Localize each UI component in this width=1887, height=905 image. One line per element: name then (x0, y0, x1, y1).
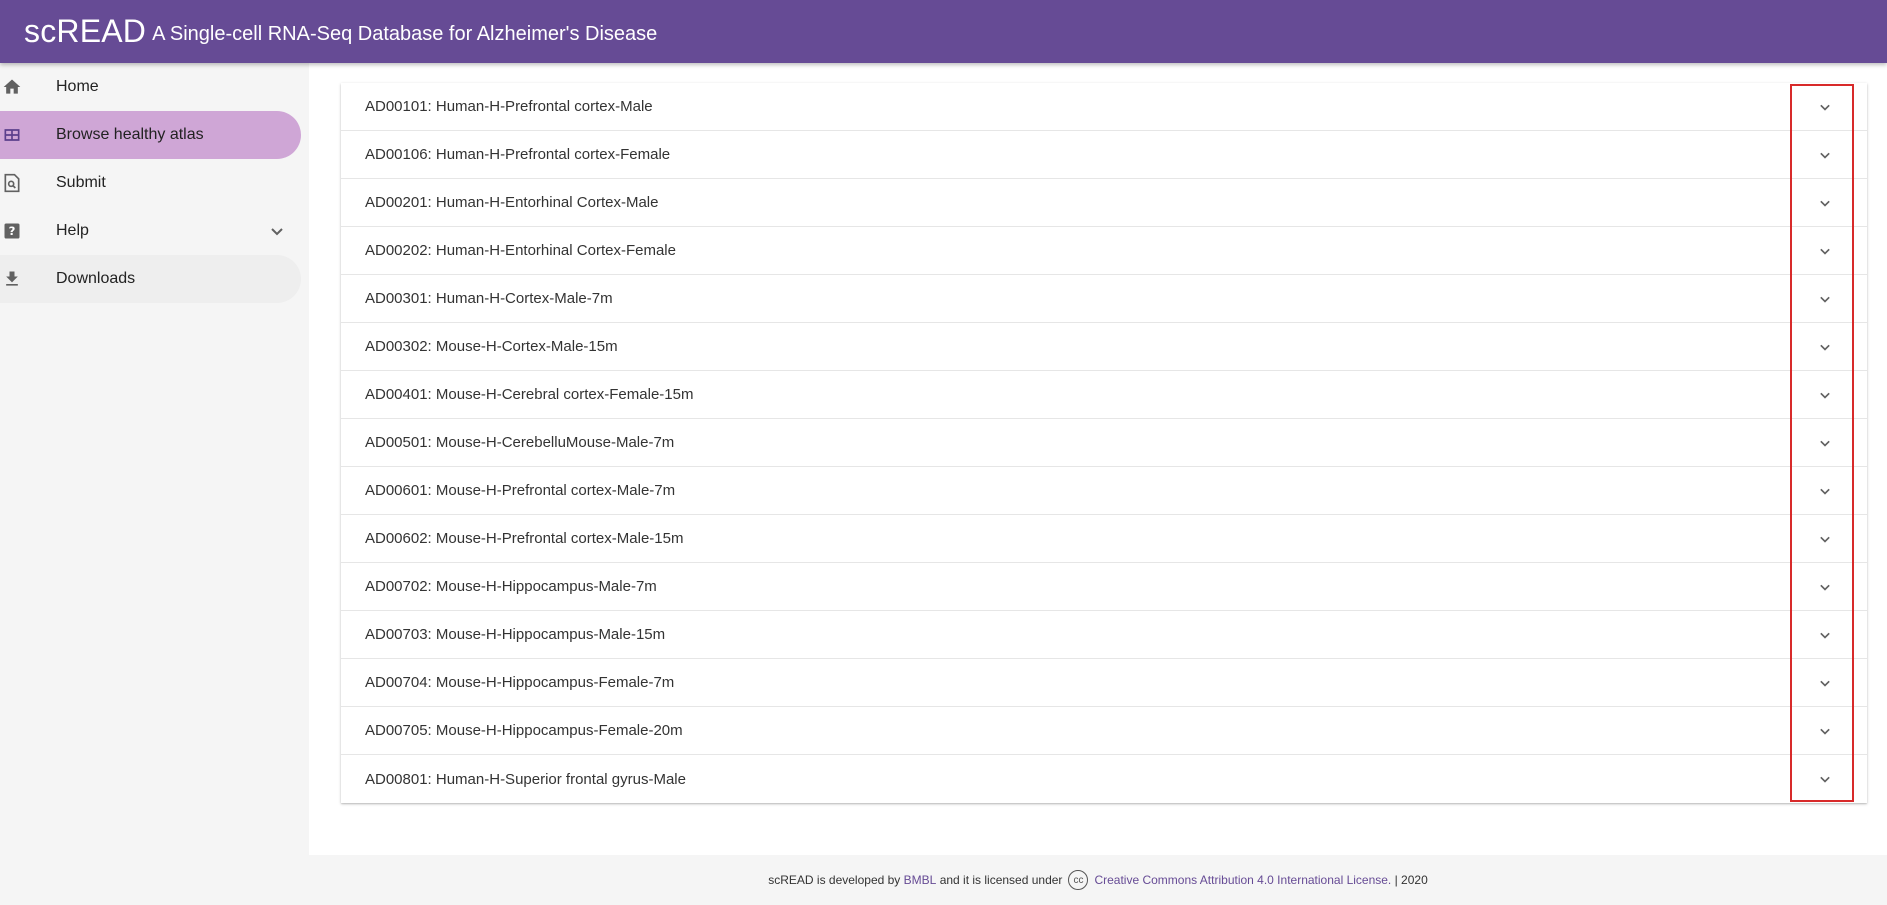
sidebar: Home Browse healthy atlas Submit ? Help … (0, 63, 309, 855)
dataset-title: AD00302: Mouse-H-Cortex-Male-15m (365, 338, 618, 355)
chevron-down-icon[interactable] (1813, 671, 1837, 695)
dataset-title: AD00401: Mouse-H-Cerebral cortex-Female-… (365, 386, 694, 403)
dataset-title: AD00101: Human-H-Prefrontal cortex-Male (365, 98, 653, 115)
app-bar: scREAD A Single-cell RNA-Seq Database fo… (0, 0, 1887, 63)
site-tagline: A Single-cell RNA-Seq Database for Alzhe… (152, 23, 658, 45)
sidebar-item-label: Help (56, 222, 89, 239)
dataset-panel[interactable]: AD00801: Human-H-Superior frontal gyrus-… (341, 755, 1867, 803)
dataset-panel[interactable]: AD00705: Mouse-H-Hippocampus-Female-20m (341, 707, 1867, 755)
dataset-title: AD00702: Mouse-H-Hippocampus-Male-7m (365, 578, 657, 595)
dataset-panel[interactable]: AD00301: Human-H-Cortex-Male-7m (341, 275, 1867, 323)
dataset-panel[interactable]: AD00202: Human-H-Entorhinal Cortex-Femal… (341, 227, 1867, 275)
dataset-panel[interactable]: AD00702: Mouse-H-Hippocampus-Male-7m (341, 563, 1867, 611)
sidebar-item-home[interactable]: Home (0, 63, 309, 111)
dataset-panel[interactable]: AD00602: Mouse-H-Prefrontal cortex-Male-… (341, 515, 1867, 563)
home-icon (0, 75, 24, 99)
dataset-panel[interactable]: AD00106: Human-H-Prefrontal cortex-Femal… (341, 131, 1867, 179)
chevron-down-icon[interactable] (1813, 431, 1837, 455)
dataset-panel[interactable]: AD00501: Mouse-H-CerebelluMouse-Male-7m (341, 419, 1867, 467)
sidebar-item-browse-healthy-atlas[interactable]: Browse healthy atlas (0, 111, 301, 159)
sidebar-item-label: Submit (56, 174, 106, 191)
footer: scREAD is developed by BMBL and it is li… (309, 855, 1887, 905)
sidebar-item-label: Downloads (56, 270, 136, 287)
sidebar-item-submit[interactable]: Submit (0, 159, 309, 207)
chevron-down-icon[interactable] (1813, 239, 1837, 263)
help-icon: ? (0, 219, 24, 243)
dataset-title: AD00705: Mouse-H-Hippocampus-Female-20m (365, 722, 683, 739)
chevron-down-icon[interactable] (1813, 143, 1837, 167)
dataset-panel[interactable]: AD00703: Mouse-H-Hippocampus-Male-15m (341, 611, 1867, 659)
chevron-down-icon[interactable] (1813, 335, 1837, 359)
chevron-down-icon[interactable] (1813, 383, 1837, 407)
dataset-panel[interactable]: AD00201: Human-H-Entorhinal Cortex-Male (341, 179, 1867, 227)
dataset-title: AD00601: Mouse-H-Prefrontal cortex-Male-… (365, 482, 676, 499)
dataset-title: AD00202: Human-H-Entorhinal Cortex-Femal… (365, 242, 676, 259)
chevron-down-icon[interactable] (1813, 623, 1837, 647)
chevron-down-icon[interactable] (1813, 287, 1837, 311)
dataset-accordion: AD00101: Human-H-Prefrontal cortex-Male A… (341, 83, 1867, 803)
dataset-title: AD00201: Human-H-Entorhinal Cortex-Male (365, 194, 659, 211)
chevron-down-icon[interactable] (1813, 479, 1837, 503)
dataset-title: AD00703: Mouse-H-Hippocampus-Male-15m (365, 626, 666, 643)
dataset-panel[interactable]: AD00601: Mouse-H-Prefrontal cortex-Male-… (341, 467, 1867, 515)
search-document-icon (0, 171, 24, 195)
creative-commons-icon: cc (1068, 870, 1089, 890)
download-icon (0, 267, 24, 291)
main-content: AD00101: Human-H-Prefrontal cortex-Male A… (309, 63, 1887, 855)
dataset-title: AD00106: Human-H-Prefrontal cortex-Femal… (365, 146, 671, 163)
license-link[interactable]: Creative Commons Attribution 4.0 Interna… (1094, 873, 1391, 887)
dataset-title: AD00801: Human-H-Superior frontal gyrus-… (365, 770, 686, 788)
chevron-down-icon[interactable] (1813, 191, 1837, 215)
dataset-title: AD00301: Human-H-Cortex-Male-7m (365, 290, 613, 307)
bmbl-link[interactable]: BMBL (904, 873, 937, 887)
table-icon (0, 123, 24, 147)
dataset-title: AD00602: Mouse-H-Prefrontal cortex-Male-… (365, 530, 684, 547)
chevron-down-icon[interactable] (265, 219, 289, 248)
sidebar-item-downloads[interactable]: Downloads (0, 255, 301, 303)
footer-middle: and it is licensed under (939, 873, 1063, 887)
sidebar-item-label: Home (56, 78, 99, 95)
svg-text:?: ? (9, 224, 16, 238)
dataset-panel[interactable]: AD00302: Mouse-H-Cortex-Male-15m (341, 323, 1867, 371)
chevron-down-icon[interactable] (1813, 719, 1837, 743)
dataset-title: AD00704: Mouse-H-Hippocampus-Female-7m (365, 674, 675, 691)
dataset-panel[interactable]: AD00401: Mouse-H-Cerebral cortex-Female-… (341, 371, 1867, 419)
dataset-panel[interactable]: AD00101: Human-H-Prefrontal cortex-Male (341, 83, 1867, 131)
chevron-down-icon[interactable] (1813, 95, 1837, 119)
chevron-down-icon[interactable] (1813, 767, 1837, 791)
dataset-panel[interactable]: AD00704: Mouse-H-Hippocampus-Female-7m (341, 659, 1867, 707)
dataset-title: AD00501: Mouse-H-CerebelluMouse-Male-7m (365, 434, 675, 451)
footer-suffix: | 2020 (1394, 873, 1428, 887)
footer-prefix: scREAD is developed by (768, 873, 901, 887)
sidebar-item-help[interactable]: ? Help (0, 207, 309, 255)
chevron-down-icon[interactable] (1813, 527, 1837, 551)
brand-logo[interactable]: scREAD (24, 13, 146, 50)
sidebar-item-label: Browse healthy atlas (56, 126, 204, 143)
chevron-down-icon[interactable] (1813, 575, 1837, 599)
